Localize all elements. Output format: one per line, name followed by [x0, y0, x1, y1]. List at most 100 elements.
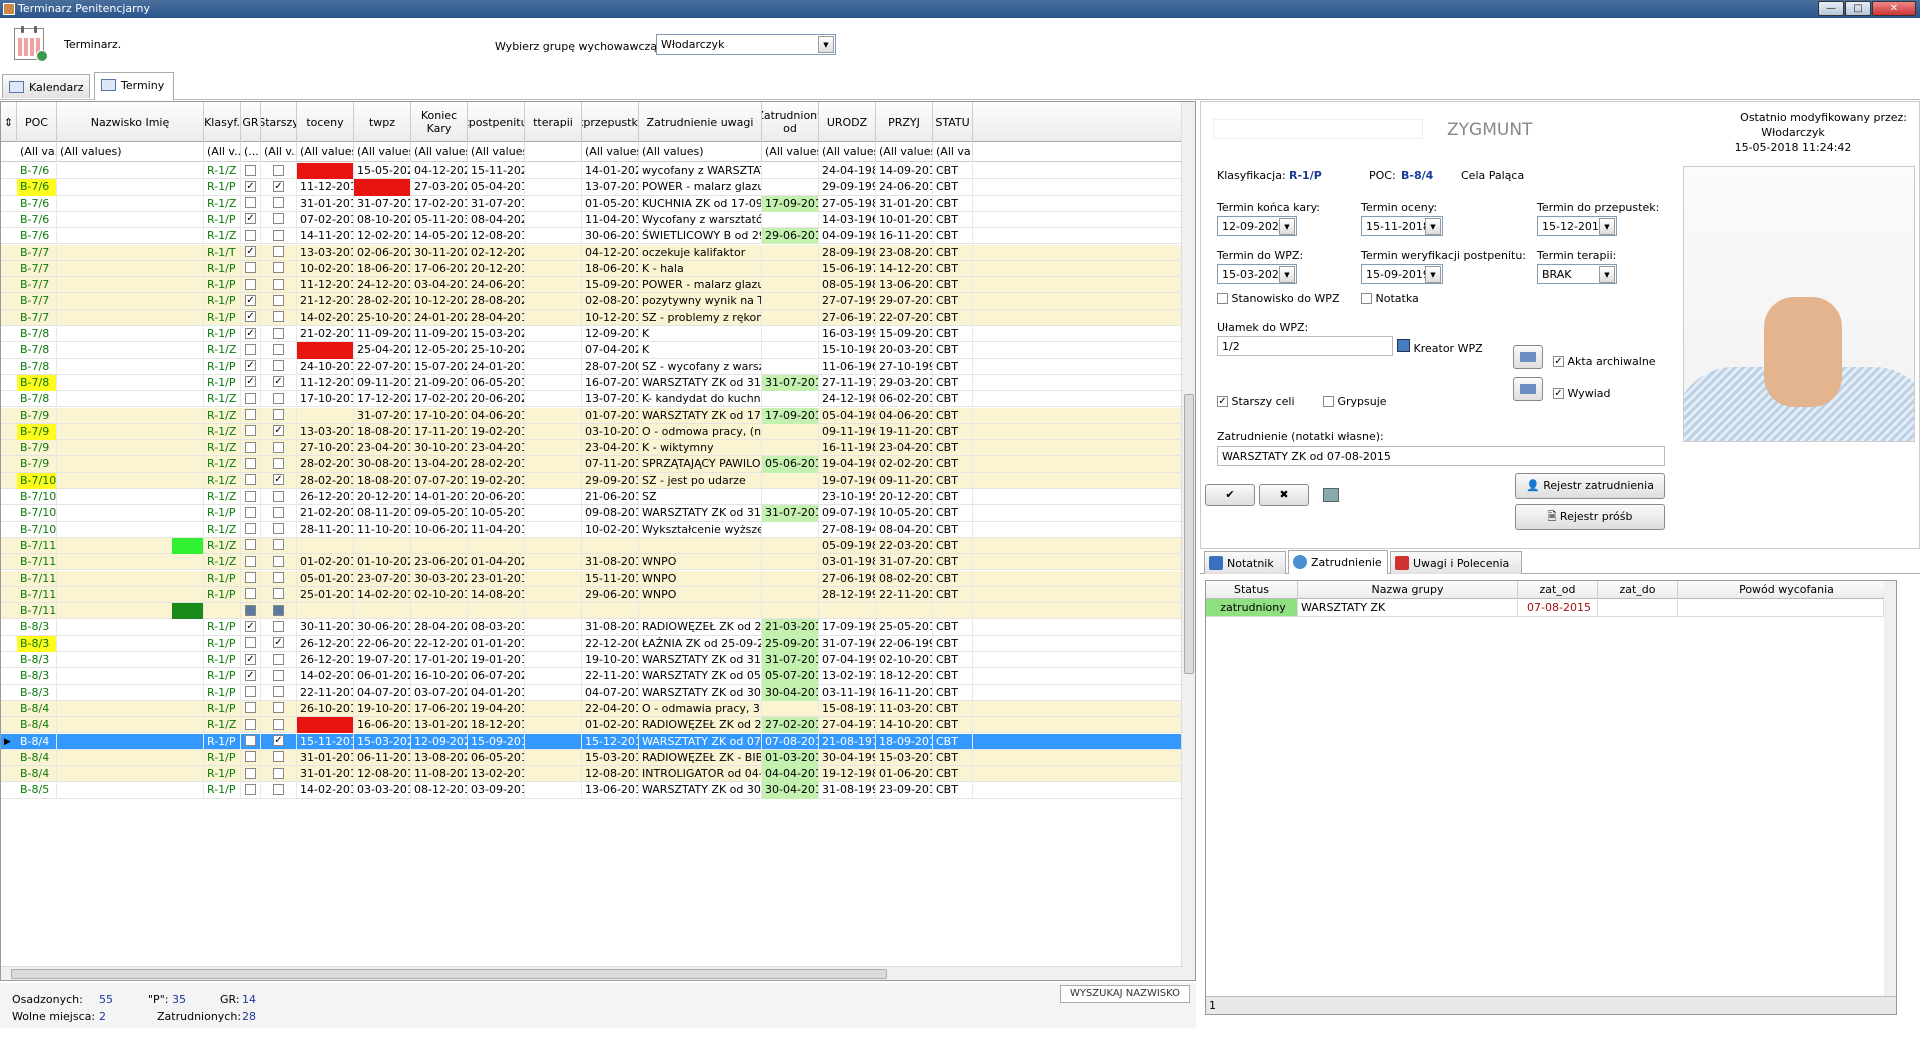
grid-cell[interactable]: 19-11-2014 — [876, 423, 933, 441]
table-row[interactable]: B-7/7 R-1/T ✓ 13-03-201902-06-202130-11-202… — [1, 244, 1181, 261]
checkbox[interactable] — [245, 783, 256, 795]
column-filter[interactable]: (All v... — [204, 142, 241, 162]
table-row[interactable]: B-7/6 R-1/Z 14-11-201812-02-201914-05-2020… — [1, 228, 1181, 245]
checkbox[interactable]: ✓ — [273, 637, 284, 649]
chevron-down-icon[interactable]: ▼ — [1425, 266, 1441, 283]
table-row[interactable]: B-7/11 R-1/Z 05-09-198922-03-2012CBT — [1, 537, 1181, 555]
starszy-checkbox[interactable]: ✓ — [261, 423, 297, 441]
grid-cell[interactable]: 15-07-2021 — [411, 358, 468, 375]
grid-cell[interactable] — [297, 342, 354, 359]
grid-cell[interactable]: R-1/P — [204, 749, 241, 767]
grid-cell[interactable]: 16-11-1989 — [819, 440, 876, 457]
grid-cell[interactable]: 28-12-1993 — [819, 586, 876, 604]
grid-cell[interactable]: SZ — [639, 489, 762, 506]
grid-cell[interactable]: R-1/P — [204, 358, 241, 375]
grid-cell[interactable]: 22-12-2021 — [411, 635, 468, 652]
grid-cell[interactable] — [468, 537, 525, 555]
poc-cell[interactable]: B-8/3 — [17, 635, 57, 652]
chevron-down-icon[interactable]: ▼ — [1599, 218, 1615, 235]
column-header[interactable]: zat_do — [1598, 581, 1678, 599]
grid-cell[interactable]: SZ - wycofany z warsztat... — [639, 358, 762, 375]
rejestr-zatrudnienia-button[interactable]: 👤 Rejestr zatrudnienia — [1515, 473, 1665, 499]
name-cell[interactable] — [57, 489, 204, 506]
grid-cell[interactable]: Wycofany z warsztatów 2... — [639, 211, 762, 229]
grid-cell[interactable]: 24-12-1980 — [819, 391, 876, 408]
grid-cell[interactable] — [762, 277, 819, 294]
checkbox[interactable] — [245, 735, 256, 746]
starszy-checkbox[interactable] — [261, 391, 297, 408]
grid-cell[interactable]: 11-06-1964 — [819, 358, 876, 375]
grid-cell[interactable] — [762, 163, 819, 180]
grid-cell[interactable] — [639, 537, 762, 555]
name-cell[interactable] — [57, 244, 204, 261]
grid-cell[interactable]: 28-07-2003 — [582, 358, 639, 375]
tab-kalendarz[interactable]: Kalendarz — [2, 74, 90, 98]
grid-cell[interactable]: 23-04-2018 — [468, 440, 525, 457]
tab-terminy[interactable]: Terminy — [94, 72, 174, 100]
gr-checkbox[interactable]: ✓ — [241, 619, 261, 636]
checkbox[interactable] — [245, 474, 256, 486]
grid-cell[interactable]: 30-04-2018 — [762, 782, 819, 799]
gr-checkbox[interactable]: ✓ — [241, 652, 261, 669]
grid-cell[interactable] — [525, 749, 582, 767]
grid-cell[interactable]: WNPO — [639, 570, 762, 587]
oceny-picker[interactable]: 15-11-2018 ▼ — [1361, 216, 1443, 236]
grid-cell[interactable] — [762, 472, 819, 489]
name-cell[interactable] — [57, 472, 204, 489]
grid-cell[interactable]: 11-12-2018 — [297, 277, 354, 294]
grid-cell[interactable] — [354, 537, 411, 555]
checkbox[interactable] — [273, 523, 284, 535]
grid-cell[interactable] — [525, 700, 582, 718]
grid-cell[interactable]: 31-08-2016 — [582, 619, 639, 636]
grid-cell[interactable]: 15-08-1979 — [819, 700, 876, 718]
poc-cell[interactable]: B-8/4 — [17, 766, 57, 783]
name-cell[interactable] — [172, 603, 204, 620]
starszy-checkbox[interactable] — [261, 277, 297, 294]
grid-cell[interactable]: R-1/P — [204, 766, 241, 783]
column-header[interactable]: tterapii — [525, 102, 582, 142]
checkbox[interactable] — [273, 441, 284, 453]
starszy-checkbox[interactable] — [261, 668, 297, 685]
starszy-checkbox[interactable] — [261, 456, 297, 473]
grid-cell[interactable]: 31-07-2018 — [876, 554, 933, 571]
employment-icon[interactable] — [1323, 488, 1339, 502]
table-row[interactable]: B-7/7 R-1/P 11-12-201824-12-201703-04-2019… — [1, 277, 1181, 294]
grid-cell[interactable]: 15-11-2014 — [582, 570, 639, 587]
grid-cell[interactable]: R-1/P — [204, 782, 241, 799]
poc-cell[interactable]: B-7/9 — [17, 440, 57, 457]
starszy-checkbox[interactable] — [261, 554, 297, 571]
grid-cell[interactable]: 31-01-2018 — [876, 195, 933, 212]
table-row[interactable]: B-8/3 R-1/P ✓ 14-02-201906-01-202116-10-202… — [1, 668, 1181, 685]
column-filter[interactable]: (All values) — [762, 142, 819, 162]
grid-cell[interactable]: 11-03-2014 — [876, 700, 933, 718]
starszy-checkbox[interactable] — [261, 309, 297, 326]
grid-cell[interactable]: 24-01-2012 — [468, 358, 525, 375]
poc-cell[interactable]: B-8/4 — [17, 700, 57, 718]
grid-cell[interactable]: 31-01-2019 — [297, 195, 354, 212]
gr-checkbox[interactable] — [241, 407, 261, 424]
grid-cell[interactable]: KUCHNIA ZK od 17-09-20... — [639, 195, 762, 212]
column-filter[interactable]: (All values) — [876, 142, 933, 162]
grid-cell[interactable]: WNPO — [639, 586, 762, 604]
grid-cell[interactable] — [525, 228, 582, 245]
checkbox[interactable] — [273, 572, 284, 583]
grid-cell[interactable]: 28-04-2018 — [468, 309, 525, 326]
grid-cell[interactable]: 08-05-1988 — [819, 277, 876, 294]
name-cell[interactable] — [57, 700, 204, 718]
checkbox[interactable]: ✓ — [245, 246, 256, 257]
grid-cell[interactable]: R-1/P — [204, 277, 241, 294]
vertical-scrollbar[interactable] — [1181, 102, 1195, 980]
column-filter[interactable]: (All values) — [582, 142, 639, 162]
grid-cell[interactable]: 17-02-2023 — [411, 391, 468, 408]
grid-cell[interactable]: 05-07-2016 — [762, 668, 819, 685]
chevron-down-icon[interactable]: ▼ — [1425, 218, 1441, 235]
grid-cell[interactable]: 11-12-2018 — [297, 179, 354, 196]
grid-cell[interactable]: 15-11-2018 — [297, 733, 354, 750]
name-cell[interactable] — [57, 554, 204, 571]
poc-cell[interactable]: B-7/7 — [17, 277, 57, 294]
grid-cell[interactable]: R-1/P — [204, 179, 241, 196]
grid-cell[interactable] — [525, 358, 582, 375]
table-row[interactable]: B-7/11 — [1, 603, 1181, 620]
grid-cell[interactable]: 13-06-2016 — [876, 277, 933, 294]
grid-cell[interactable]: 07-08-2015 — [762, 733, 819, 750]
